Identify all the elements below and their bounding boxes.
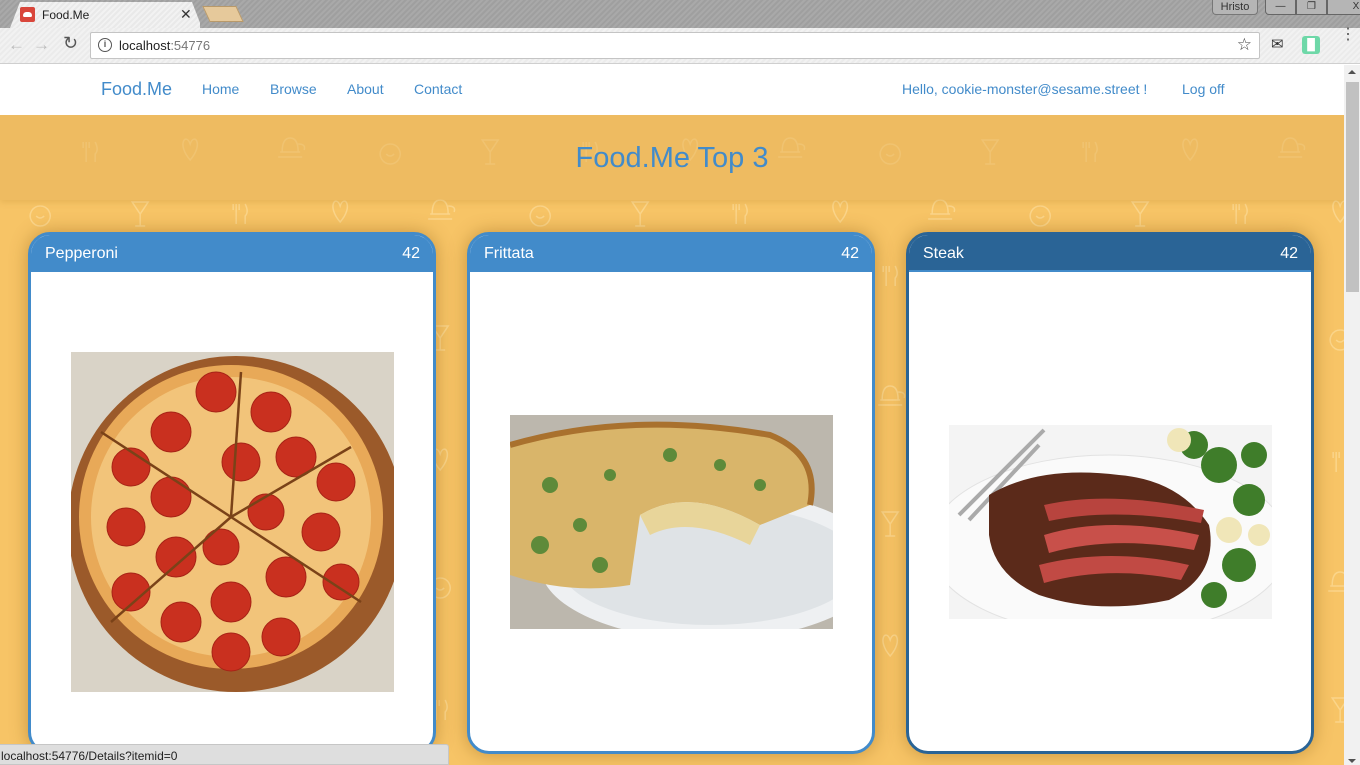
restore-button[interactable]: ❐ [1296, 0, 1327, 15]
steak-image[interactable] [949, 425, 1272, 619]
page-title: Food.Me Top 3 [575, 142, 769, 174]
pattern-doodle [1029, 205, 1051, 227]
site-info-icon[interactable]: i [98, 38, 112, 52]
pattern-doodle [882, 265, 898, 286]
nav-link-about[interactable]: About [347, 81, 384, 97]
pattern-doodle [428, 199, 456, 220]
card-count: 42 [841, 245, 859, 262]
pattern-doodle [1330, 697, 1344, 723]
pattern-doodle [332, 200, 349, 224]
hero-banner: Food.Me Top 3 [0, 115, 1344, 200]
url-port: :54776 [170, 38, 211, 53]
window-controls: — ❐ X [1265, 0, 1360, 15]
url-host: localhost [119, 38, 171, 53]
pattern-doodle [1130, 201, 1150, 227]
site-navbar: Food.Me Home Browse About Contact Hello,… [0, 65, 1344, 115]
food-card-steak[interactable]: Steak 42 [906, 232, 1314, 754]
pattern-doodle [1329, 329, 1344, 351]
card-header: Steak 42 [909, 235, 1311, 272]
link-status-bar: localhost:54776/Details?itemid=0 [0, 744, 449, 765]
user-greeting-link[interactable]: Hello, cookie-monster@sesame.street ! [902, 81, 1147, 97]
scroll-down-arrow-icon[interactable] [1348, 759, 1356, 763]
pattern-doodle [29, 205, 51, 227]
tab-title: Food.Me [42, 8, 90, 22]
bookmark-star-icon[interactable]: ☆ [1237, 35, 1252, 55]
food-card-pepperoni[interactable]: Pepperoni 42 [28, 232, 436, 754]
nav-link-browse[interactable]: Browse [270, 81, 317, 97]
profile-button[interactable]: Hristo [1212, 0, 1258, 15]
tab-close-icon[interactable]: ✕ [180, 6, 192, 23]
card-title: Steak [923, 245, 964, 262]
card-header: Pepperoni 42 [31, 235, 433, 272]
close-window-button[interactable]: X [1327, 0, 1360, 15]
page: Food.Me Home Browse About Contact Hello,… [0, 65, 1344, 765]
pattern-doodle [880, 511, 900, 537]
pattern-doodle [882, 634, 899, 658]
pattern-doodle [878, 385, 906, 406]
pattern-doodle [1232, 203, 1248, 224]
frittata-image[interactable] [510, 415, 833, 629]
address-bar[interactable]: i localhost:54776 ☆ [90, 32, 1260, 59]
site-favicon-icon [20, 7, 35, 22]
pattern-doodle [832, 200, 849, 224]
pattern-doodle [1332, 452, 1340, 472]
card-count: 42 [1280, 245, 1298, 262]
card-title: Pepperoni [45, 245, 118, 262]
scroll-thumb[interactable] [1346, 82, 1359, 292]
minimize-button[interactable]: — [1265, 0, 1296, 15]
log-off-link[interactable]: Log off [1182, 81, 1225, 97]
audio-extension-icon[interactable]: ▐▌ [1302, 36, 1320, 54]
forward-arrow-icon[interactable]: → [33, 35, 50, 55]
mail-extension-icon[interactable]: ✉ [1271, 35, 1289, 53]
pattern-doodle [1328, 571, 1344, 592]
new-tab-button[interactable] [202, 6, 244, 22]
pattern-doodle [732, 203, 748, 224]
pattern-doodle [232, 203, 248, 224]
browser-menu-icon[interactable]: ⋮ [1340, 27, 1356, 50]
nav-link-home[interactable]: Home [202, 81, 239, 97]
browser-toolbar: ← → ↻ i localhost:54776 ☆ ✉ ▐▌ ⋮ [0, 27, 1360, 64]
nav-link-contact[interactable]: Contact [414, 81, 462, 97]
pattern-doodle [630, 201, 650, 227]
brand-link[interactable]: Food.Me [101, 79, 172, 100]
page-scrollbar[interactable] [1344, 65, 1360, 765]
pepperoni-pizza-image[interactable] [71, 352, 394, 692]
card-title: Frittata [484, 245, 534, 262]
browser-tab[interactable]: Food.Me ✕ [10, 2, 200, 28]
scroll-up-arrow-icon[interactable] [1348, 70, 1356, 74]
pattern-doodle [529, 205, 551, 227]
pattern-doodle [928, 199, 956, 220]
card-count: 42 [402, 245, 420, 262]
pattern-doodle [1332, 200, 1344, 224]
back-arrow-icon[interactable]: ← [8, 35, 25, 55]
card-header: Frittata 42 [470, 235, 872, 272]
food-card-frittata[interactable]: Frittata 42 [467, 232, 875, 754]
pattern-doodle [130, 201, 150, 227]
url-text[interactable]: localhost:54776 [119, 38, 210, 53]
reload-icon[interactable]: ↻ [63, 33, 78, 54]
browser-titlebar: Food.Me ✕ Hristo — ❐ X [0, 0, 1360, 28]
